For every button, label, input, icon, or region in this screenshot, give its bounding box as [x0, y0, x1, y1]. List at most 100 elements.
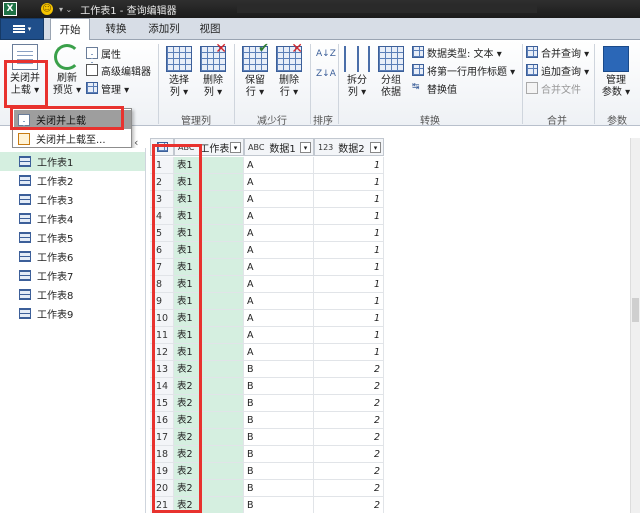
row-number[interactable]: 20: [150, 480, 174, 497]
select-all-corner[interactable]: [150, 138, 174, 156]
cell-data2[interactable]: 2: [314, 446, 384, 463]
qat-dropdown-icon[interactable]: ▾ ⌄: [59, 5, 72, 14]
row-number[interactable]: 18: [150, 446, 174, 463]
cell-data1[interactable]: A: [244, 174, 314, 191]
cell-sheet[interactable]: 表2: [174, 463, 244, 480]
cell-sheet[interactable]: 表1: [174, 174, 244, 191]
query-item[interactable]: 工作表4: [0, 209, 145, 228]
keep-rows-button[interactable]: 保留 行 ▾: [240, 43, 270, 99]
properties-button[interactable]: 属性: [86, 45, 121, 61]
row-number[interactable]: 4: [150, 208, 174, 225]
cell-data1[interactable]: B: [244, 395, 314, 412]
cell-data1[interactable]: B: [244, 463, 314, 480]
tab-view[interactable]: 视图: [190, 18, 230, 40]
cell-sheet[interactable]: 表2: [174, 446, 244, 463]
row-number[interactable]: 15: [150, 395, 174, 412]
merge-queries-button[interactable]: 合并查询 ▾: [526, 44, 589, 60]
cell-data2[interactable]: 2: [314, 378, 384, 395]
cell-data2[interactable]: 1: [314, 174, 384, 191]
choose-columns-button[interactable]: 选择 列 ▾: [164, 46, 194, 99]
menu-item-close-and-load[interactable]: 关闭并上载: [14, 110, 131, 129]
query-item[interactable]: 工作表1: [0, 152, 145, 171]
cell-sheet[interactable]: 表2: [174, 361, 244, 378]
close-and-load-button[interactable]: 关闭并 上载 ▾: [6, 44, 44, 97]
column-header-data1[interactable]: ABC 数据1 ▾: [244, 138, 314, 156]
row-number[interactable]: 17: [150, 429, 174, 446]
cell-data2[interactable]: 1: [314, 242, 384, 259]
smiley-feedback-icon[interactable]: ☺: [41, 3, 53, 15]
replace-values-button[interactable]: ↹ 替换值: [412, 80, 457, 96]
cell-data2[interactable]: 1: [314, 208, 384, 225]
data-type-dropdown[interactable]: 数据类型: 文本 ▾: [412, 44, 502, 60]
scrollbar-thumb[interactable]: [632, 298, 639, 322]
cell-sheet[interactable]: 表2: [174, 480, 244, 497]
query-item[interactable]: 工作表5: [0, 228, 145, 247]
sort-descending-button[interactable]: Z↓A: [316, 66, 336, 82]
cell-data1[interactable]: A: [244, 157, 314, 174]
row-number[interactable]: 10: [150, 310, 174, 327]
cell-data1[interactable]: A: [244, 242, 314, 259]
file-menu-button[interactable]: ▾: [0, 18, 44, 40]
cell-data2[interactable]: 1: [314, 327, 384, 344]
manage-button[interactable]: 管理 ▾: [86, 80, 129, 96]
cell-data2[interactable]: 2: [314, 497, 384, 513]
tab-add-column[interactable]: 添加列: [140, 18, 188, 40]
tab-transform[interactable]: 转换: [96, 18, 136, 40]
cell-data1[interactable]: B: [244, 497, 314, 513]
row-number[interactable]: 14: [150, 378, 174, 395]
manage-parameters-button[interactable]: 管理 参数 ▾: [598, 46, 634, 99]
cell-data1[interactable]: B: [244, 446, 314, 463]
query-item[interactable]: 工作表3: [0, 190, 145, 209]
group-by-button[interactable]: 分组 依据: [376, 46, 406, 99]
cell-data1[interactable]: A: [244, 259, 314, 276]
query-item[interactable]: 工作表9: [0, 304, 145, 323]
cell-sheet[interactable]: 表1: [174, 344, 244, 361]
cell-sheet[interactable]: 表1: [174, 310, 244, 327]
combine-files-button[interactable]: 合并文件: [526, 80, 581, 96]
use-first-row-as-headers-button[interactable]: 将第一行用作标题 ▾: [412, 62, 515, 78]
excel-app-icon[interactable]: X: [3, 2, 17, 16]
row-number[interactable]: 12: [150, 344, 174, 361]
row-number[interactable]: 3: [150, 191, 174, 208]
query-item[interactable]: 工作表2: [0, 171, 145, 190]
cell-sheet[interactable]: 表1: [174, 293, 244, 310]
remove-rows-button[interactable]: 删除 行 ▾: [274, 43, 304, 99]
cell-data1[interactable]: A: [244, 293, 314, 310]
cell-sheet[interactable]: 表1: [174, 327, 244, 344]
cell-sheet[interactable]: 表1: [174, 208, 244, 225]
row-number[interactable]: 7: [150, 259, 174, 276]
cell-sheet[interactable]: 表1: [174, 259, 244, 276]
cell-data1[interactable]: A: [244, 344, 314, 361]
advanced-editor-button[interactable]: 高级编辑器: [86, 62, 151, 78]
cell-sheet[interactable]: 表1: [174, 225, 244, 242]
cell-data2[interactable]: 1: [314, 259, 384, 276]
row-number[interactable]: 8: [150, 276, 174, 293]
append-queries-button[interactable]: 追加查询 ▾: [526, 62, 589, 78]
remove-columns-button[interactable]: 删除 列 ▾: [198, 43, 228, 99]
row-number[interactable]: 1: [150, 157, 174, 174]
row-number[interactable]: 19: [150, 463, 174, 480]
row-number[interactable]: 6: [150, 242, 174, 259]
cell-data1[interactable]: B: [244, 429, 314, 446]
column-header-sheet[interactable]: ABC 工作表 ▾: [174, 138, 244, 156]
filter-dropdown-icon[interactable]: ▾: [300, 142, 311, 153]
cell-data1[interactable]: A: [244, 225, 314, 242]
cell-data2[interactable]: 1: [314, 225, 384, 242]
cell-data1[interactable]: A: [244, 310, 314, 327]
row-number[interactable]: 21: [150, 497, 174, 513]
vertical-scrollbar[interactable]: [630, 138, 640, 513]
row-number[interactable]: 16: [150, 412, 174, 429]
query-item[interactable]: 工作表6: [0, 247, 145, 266]
cell-sheet[interactable]: 表2: [174, 429, 244, 446]
refresh-preview-button[interactable]: 刷新 预览 ▾: [50, 44, 84, 97]
cell-data1[interactable]: B: [244, 378, 314, 395]
row-number[interactable]: 13: [150, 361, 174, 378]
cell-data2[interactable]: 2: [314, 480, 384, 497]
filter-dropdown-icon[interactable]: ▾: [230, 142, 241, 153]
tab-home[interactable]: 开始: [50, 18, 90, 41]
cell-sheet[interactable]: 表1: [174, 191, 244, 208]
row-number[interactable]: 9: [150, 293, 174, 310]
sort-ascending-button[interactable]: A↓Z: [316, 46, 336, 62]
column-header-data2[interactable]: 123 数据2 ▾: [314, 138, 384, 156]
cell-sheet[interactable]: 表1: [174, 157, 244, 174]
